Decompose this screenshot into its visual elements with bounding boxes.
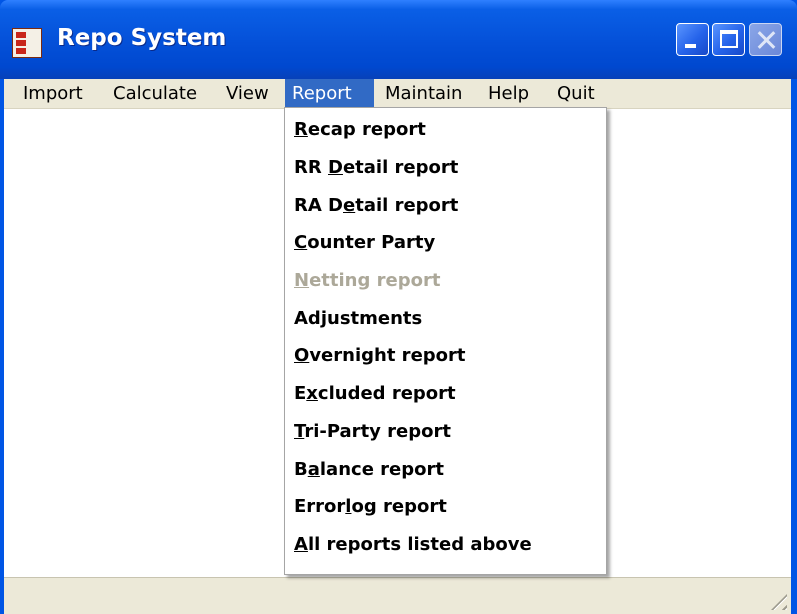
menu-item-overnight-report[interactable]: Overnight report xyxy=(294,341,466,371)
menu-item-counter-party[interactable]: Counter Party xyxy=(294,228,435,258)
maximize-button[interactable] xyxy=(712,23,745,56)
title-bar[interactable]: Repo System xyxy=(0,0,797,79)
menu-item-rr-detail-report[interactable]: RR Detail report xyxy=(294,153,458,183)
menu-item-netting-report: Netting report xyxy=(294,270,441,291)
menu-quit[interactable]: Quit xyxy=(550,79,602,108)
maximize-icon xyxy=(720,30,738,48)
menu-help[interactable]: Help xyxy=(481,79,536,108)
menu-item-balance-report[interactable]: Balance report xyxy=(294,455,444,485)
menu-report[interactable]: Report xyxy=(285,79,374,108)
app-window: Repo System Import Calculate View Report… xyxy=(0,0,797,614)
minimize-button[interactable] xyxy=(676,23,709,56)
menu-item-ra-detail-report[interactable]: RA Detail report xyxy=(294,191,458,221)
menu-import[interactable]: Import xyxy=(16,79,90,108)
menu-item-tri-party-report[interactable]: Tri-Party report xyxy=(294,417,451,447)
report-menu-dropdown: Recap report RR Detail report RA Detail … xyxy=(284,107,607,575)
close-button[interactable] xyxy=(749,23,782,56)
resize-grip-icon[interactable] xyxy=(771,594,787,610)
menu-item-excluded-report[interactable]: Excluded report xyxy=(294,379,456,409)
menu-maintain[interactable]: Maintain xyxy=(378,79,469,108)
menu-item-adjustments[interactable]: Adjustments xyxy=(294,304,422,334)
menu-item-recap-report[interactable]: Recap report xyxy=(294,115,426,145)
menu-item-all-reports[interactable]: All reports listed above xyxy=(294,530,532,560)
window-title: Repo System xyxy=(57,25,227,51)
menu-bar: Import Calculate View Report Maintain He… xyxy=(4,79,791,109)
menu-item-errorlog-report[interactable]: Errorlog report xyxy=(294,492,447,522)
minimize-icon xyxy=(685,44,696,48)
app-icon[interactable] xyxy=(12,28,42,58)
menu-calculate[interactable]: Calculate xyxy=(106,79,204,108)
status-bar xyxy=(4,577,791,614)
menu-view[interactable]: View xyxy=(219,79,276,108)
